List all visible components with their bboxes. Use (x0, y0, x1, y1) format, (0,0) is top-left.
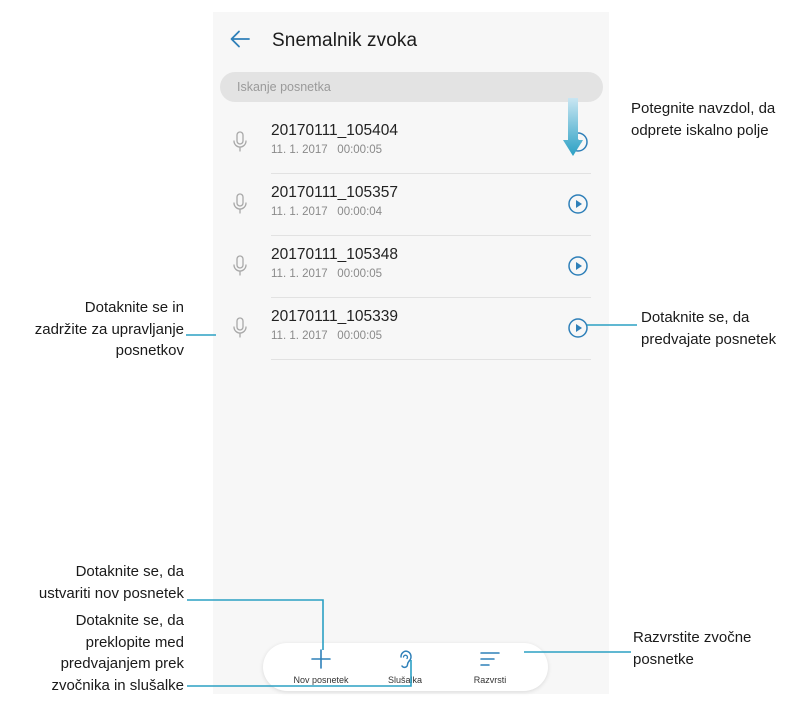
arrow-left-icon[interactable] (227, 26, 253, 52)
recording-item[interactable]: 20170111_105357 11. 1. 2017 00:00:04 (213, 174, 609, 236)
recording-date: 11. 1. 2017 (271, 268, 328, 280)
recording-date: 11. 1. 2017 (271, 330, 328, 342)
recording-item[interactable]: 20170111_105404 11. 1. 2017 00:00:05 (213, 112, 609, 174)
annotation-hold-manage: Dotaknite se in zadržite za upravljanje … (34, 299, 184, 359)
app-bar: Snemalnik zvoka (213, 12, 609, 70)
recording-name: 20170111_105404 (271, 122, 399, 139)
annotated-screenshot: Snemalnik zvoka 20170111_105404 11. 1. 2… (0, 0, 803, 704)
recording-name: 20170111_105339 (271, 308, 399, 325)
recording-duration: 00:00:05 (337, 144, 383, 156)
play-circle-icon[interactable] (567, 255, 589, 277)
microphone-icon (233, 131, 247, 152)
pull-down-arrow-icon (563, 98, 583, 156)
ear-icon (400, 650, 412, 669)
annotation-tap-play: Dotaknite se, da predvajate posnetek (641, 309, 777, 348)
microphone-icon (233, 255, 247, 276)
microphone-icon (233, 317, 247, 338)
play-circle-icon[interactable] (567, 317, 589, 339)
sort-label: Razvrsti (473, 675, 507, 685)
phone-screen: Snemalnik zvoka 20170111_105404 11. 1. 2… (213, 12, 609, 694)
annotation-pull-down: Potegnite navzdol, da odprete iskalno po… (631, 100, 776, 139)
recording-item[interactable]: 20170111_105339 11. 1. 2017 00:00:05 (213, 298, 609, 360)
recording-date: 11. 1. 2017 (271, 144, 328, 156)
new-recording-label: Nov posnetek (293, 675, 349, 685)
annotation-switch-output: Dotaknite se, da preklopite med predvaja… (51, 612, 184, 694)
plus-icon (311, 649, 331, 669)
recording-meta: 11. 1. 2017 00:00:04 (271, 206, 382, 218)
recording-meta: 11. 1. 2017 00:00:05 (271, 268, 382, 280)
recording-meta: 11. 1. 2017 00:00:05 (271, 330, 382, 342)
divider (271, 359, 591, 360)
earpiece-label: Slušalka (387, 675, 423, 685)
annotation-new-recording: Dotaknite se, da ustvariti nov posnetek (38, 563, 184, 602)
search-input[interactable] (220, 72, 603, 102)
annotation-sort: Razvrstite zvočne posnetke (633, 629, 752, 668)
recording-name: 20170111_105348 (271, 246, 399, 263)
sort-button[interactable]: Razvrsti (445, 643, 535, 691)
microphone-icon (233, 193, 247, 214)
recording-name: 20170111_105357 (271, 184, 399, 201)
earpiece-button[interactable]: Slušalka (360, 643, 450, 691)
recording-item[interactable]: 20170111_105348 11. 1. 2017 00:00:05 (213, 236, 609, 298)
recording-duration: 00:00:04 (337, 206, 383, 218)
new-recording-button[interactable]: Nov posnetek (276, 643, 366, 691)
sort-lines-icon (480, 652, 500, 666)
bottom-toolbar: Nov posnetek Slušalka Razvrsti (263, 643, 548, 691)
recording-duration: 00:00:05 (337, 268, 383, 280)
recording-date: 11. 1. 2017 (271, 206, 328, 218)
page-title: Snemalnik zvoka (272, 30, 418, 51)
recording-meta: 11. 1. 2017 00:00:05 (271, 144, 382, 156)
recording-duration: 00:00:05 (337, 330, 383, 342)
play-circle-icon[interactable] (567, 193, 589, 215)
